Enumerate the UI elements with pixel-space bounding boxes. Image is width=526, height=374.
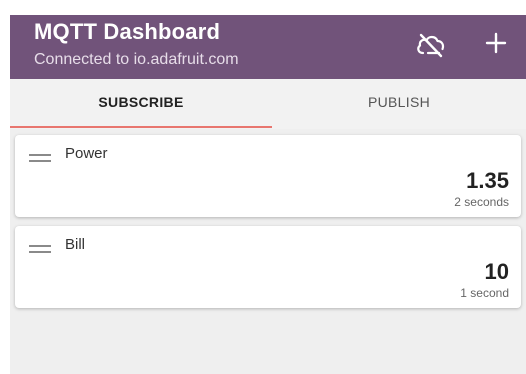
add-button[interactable] [480,27,512,59]
drag-handle-line [29,251,51,253]
subscription-updated: 2 seconds [454,195,509,209]
drag-handle-icon[interactable] [29,154,51,164]
subscription-name: Power [65,145,108,162]
subscription-value: 10 [484,259,509,284]
connection-status: Connected to io.adafruit.com [34,51,239,68]
subscription-updated: 1 second [460,286,509,300]
drag-handle-icon[interactable] [29,245,51,255]
subscription-value: 1.35 [466,168,509,193]
tab-publish[interactable]: PUBLISH [272,79,526,129]
subscription-card-bill[interactable]: Bill 10 1 second [15,226,521,308]
subscription-card-power[interactable]: Power 1.35 2 seconds [15,135,521,217]
subscription-list: Power 1.35 2 seconds Bill 10 1 second [10,129,526,374]
subscription-name: Bill [65,236,86,253]
drag-handle-line [29,245,51,247]
drag-handle-line [29,160,51,162]
tab-subscribe[interactable]: SUBSCRIBE [10,79,272,129]
status-strip [0,0,526,15]
active-tab-indicator [10,126,272,128]
tab-bar: SUBSCRIBE PUBLISH [10,79,526,129]
drag-handle-line [29,154,51,156]
cloud-off-icon [417,33,445,58]
app-bar: MQTT Dashboard Connected to io.adafruit.… [10,15,526,79]
app-title: MQTT Dashboard [34,19,221,44]
app-window: MQTT Dashboard Connected to io.adafruit.… [0,0,526,374]
cloud-off-button[interactable] [415,31,447,59]
plus-icon [485,32,507,54]
